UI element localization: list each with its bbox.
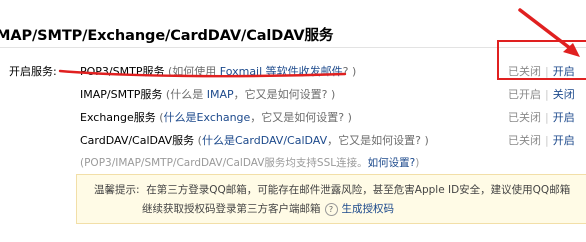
generate-auth-code-link[interactable]: 生成授权码 xyxy=(342,203,395,215)
status-pop3: 已关闭 | 开启 xyxy=(508,65,575,78)
service-note-suffix: ，它又是如何设置? ) xyxy=(233,88,336,101)
ssl-note-text: (POP3/IMAP/SMTP/CardDAV/CalDAV服务均支持SSL连接… xyxy=(80,157,368,169)
status-text-pop3: 已关闭 xyxy=(508,65,541,78)
ssl-note: (POP3/IMAP/SMTP/CardDAV/CalDAV服务均支持SSL连接… xyxy=(80,155,419,170)
enable-carddav-button[interactable]: 开启 xyxy=(553,134,575,147)
service-note-suffix: ，它又是如何设置? ) xyxy=(327,134,429,147)
status-text-imap: 已开启 xyxy=(508,88,541,101)
foxmail-help-link[interactable]: Foxmail 等软件收发邮件 xyxy=(220,65,343,78)
divider xyxy=(0,47,586,48)
service-note-prefix: ( xyxy=(194,134,202,147)
service-note-suffix: ，它又是如何设置? ) xyxy=(250,111,352,124)
imap-help-link[interactable]: IMAP xyxy=(207,88,234,101)
disable-imap-button[interactable]: 关闭 xyxy=(553,88,575,101)
status-text-carddav: 已关闭 xyxy=(508,134,541,147)
tip-box: 温馨提示: 在第三方登录QQ邮箱，可能存在邮件泄露风险，甚至危害Apple ID… xyxy=(76,174,586,224)
service-note-prefix: ( xyxy=(155,111,164,124)
service-note-prefix: (如何使用 xyxy=(164,65,220,78)
tip-text-1: 在第三方登录QQ邮箱，可能存在邮件泄露风险，甚至危害Apple ID安全，建议使… xyxy=(146,184,571,196)
status-exchange: 已关闭 | 开启 xyxy=(508,111,575,124)
service-name-exchange: Exchange服务 xyxy=(80,111,156,124)
enable-exchange-button[interactable]: 开启 xyxy=(553,111,575,124)
tip-prefix: 温馨提示: xyxy=(94,184,140,196)
section-title: MAP/SMTP/Exchange/CardDAV/CalDAV服务 xyxy=(0,28,334,44)
tip-text-2: 继续获取授权码登录第三方客户端邮箱 xyxy=(142,203,321,215)
enable-pop3-button[interactable]: 开启 xyxy=(553,65,575,78)
tip-line-2: 继续获取授权码登录第三方客户端邮箱? 生成授权码 xyxy=(94,200,586,219)
status-carddav: 已关闭 | 开启 xyxy=(508,134,575,147)
service-name-imap: IMAP/SMTP服务 xyxy=(80,88,163,101)
exchange-help-link[interactable]: 什么是Exchange xyxy=(164,111,251,124)
service-name-pop3: POP3/SMTP服务 xyxy=(80,65,165,78)
status-imap: 已开启 | 关闭 xyxy=(508,88,575,101)
red-arrow-icon xyxy=(518,8,577,54)
red-arrowhead-icon xyxy=(563,43,580,57)
service-name-carddav: CardDAV/CalDAV服务 xyxy=(80,134,195,147)
service-note-prefix: (什么是 xyxy=(162,88,207,101)
ssl-note-end: ) xyxy=(415,157,420,169)
tip-line-1: 温馨提示: 在第三方登录QQ邮箱，可能存在邮件泄露风险，甚至危害Apple ID… xyxy=(94,181,586,200)
status-text-exchange: 已关闭 xyxy=(508,111,541,124)
service-row-carddav: CardDAV/CalDAV服务 (什么是CardDAV/CalDAV，它又是如… xyxy=(80,132,429,148)
service-note-suffix: ? ) xyxy=(342,65,357,78)
help-icon[interactable]: ? xyxy=(324,202,338,216)
ssl-help-link[interactable]: 如何设置? xyxy=(368,157,416,169)
carddav-help-link[interactable]: 什么是CardDAV/CalDAV xyxy=(202,134,327,147)
service-row-imap: IMAP/SMTP服务 (什么是 IMAP，它又是如何设置? ) xyxy=(80,86,335,102)
enable-services-label: 开启服务: xyxy=(9,65,57,78)
service-row-pop3: POP3/SMTP服务 (如何使用 Foxmail 等软件收发邮件? ) xyxy=(80,63,356,79)
service-row-exchange: Exchange服务 (什么是Exchange，它又是如何设置? ) xyxy=(80,109,352,125)
